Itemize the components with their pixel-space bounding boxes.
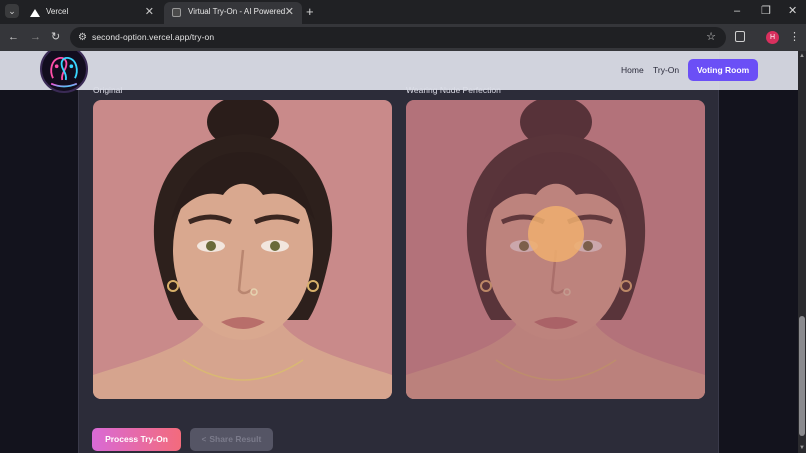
extensions-icon[interactable]	[735, 31, 745, 42]
page-scrollbar[interactable]: ▲ ▼	[798, 51, 806, 453]
site-info-icon[interactable]: ⚙	[78, 31, 87, 44]
scroll-up-icon[interactable]: ▲	[799, 53, 805, 59]
close-tab-icon[interactable]: ✕	[145, 2, 154, 22]
new-tab-button[interactable]: +	[306, 3, 314, 21]
scroll-down-icon[interactable]: ▼	[799, 445, 805, 451]
original-photo	[93, 100, 392, 399]
tab-virtual-try-on[interactable]: Virtual Try-On - AI Powered ✕	[164, 2, 302, 24]
page-viewport: Home Try-On Voting Room Original Wearing…	[0, 51, 798, 453]
tab-search-icon[interactable]: ⌄	[5, 4, 19, 18]
bookmark-star-icon[interactable]: ☆	[706, 30, 716, 44]
minimize-button[interactable]: –	[734, 2, 740, 20]
browser-tab-bar: ⌄ Vercel ✕ Virtual Try-On - AI Powered ✕…	[0, 0, 806, 24]
share-icon: <	[201, 435, 207, 444]
restore-button[interactable]: ❐	[761, 2, 771, 20]
tab-vercel[interactable]: Vercel ✕	[22, 2, 162, 24]
result-photo	[406, 100, 705, 399]
tab-title: Vercel	[46, 7, 69, 16]
close-tab-icon[interactable]: ✕	[285, 2, 294, 22]
back-icon[interactable]: ←	[8, 29, 19, 45]
process-try-on-button[interactable]: Process Try-On	[92, 428, 181, 451]
app-icon	[172, 8, 181, 17]
more-menu-icon[interactable]: ⋮	[789, 30, 800, 44]
reload-icon[interactable]: ↻	[51, 29, 60, 45]
logo-faces-icon	[50, 56, 78, 88]
share-result-label: Share Result	[209, 434, 262, 444]
vercel-triangle-icon	[30, 8, 40, 17]
forward-icon[interactable]: →	[30, 29, 41, 45]
share-result-button[interactable]: < Share Result	[190, 428, 273, 451]
site-logo[interactable]	[40, 51, 88, 93]
tab-title: Virtual Try-On - AI Powered	[188, 7, 286, 16]
voting-room-button[interactable]: Voting Room	[688, 59, 758, 81]
profile-avatar[interactable]: H	[766, 31, 779, 44]
close-window-button[interactable]: ✕	[788, 2, 797, 20]
url-text[interactable]: second-option.vercel.app/try-on	[92, 31, 214, 44]
scrollbar-thumb[interactable]	[799, 316, 805, 436]
loading-spot	[528, 206, 584, 262]
browser-toolbar: ← → ↻ ⚙ second-option.vercel.app/try-on …	[0, 24, 806, 51]
nav-home-link[interactable]: Home	[621, 65, 644, 76]
nav-try-on-link[interactable]: Try-On	[653, 65, 679, 76]
site-header: Home Try-On Voting Room	[0, 51, 798, 93]
address-bar[interactable]: ⚙ second-option.vercel.app/try-on ☆	[70, 27, 726, 48]
